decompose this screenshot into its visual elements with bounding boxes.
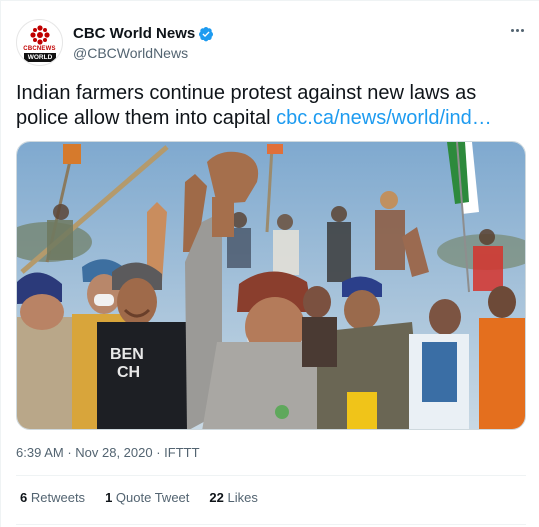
avatar[interactable]: CBCNEWS WORLD bbox=[16, 19, 63, 66]
verified-badge-icon bbox=[199, 26, 214, 41]
more-dot bbox=[516, 29, 519, 32]
left-divider bbox=[0, 0, 1, 527]
likes-label: Likes bbox=[227, 490, 258, 505]
more-dot bbox=[521, 29, 524, 32]
tweet-source[interactable]: IFTTT bbox=[164, 445, 199, 460]
likes-stat[interactable]: 22 Likes bbox=[209, 490, 257, 505]
shirt-print: CH bbox=[117, 364, 140, 381]
top-divider bbox=[0, 0, 539, 1]
meta-separator: · bbox=[152, 445, 165, 460]
more-options-icon[interactable] bbox=[511, 29, 524, 32]
tweet-link[interactable]: cbc.ca/news/world/ind… bbox=[276, 107, 492, 129]
tweet-text: Indian farmers continue protest against … bbox=[16, 81, 526, 131]
cbc-gem-icon bbox=[30, 25, 50, 45]
tweet-photo[interactable]: BEN CH bbox=[16, 141, 526, 430]
protest-photo-illustration: BEN CH bbox=[17, 142, 525, 429]
stats-bottom-divider bbox=[16, 524, 526, 525]
display-name[interactable]: CBC World News bbox=[73, 25, 195, 42]
tweet-timestamp: 6:39 AM · Nov 28, 2020 · IFTTT bbox=[16, 445, 200, 460]
likes-count: 22 bbox=[209, 490, 224, 505]
display-name-row: CBC World News bbox=[73, 25, 214, 42]
quotes-label: Quote Tweet bbox=[115, 490, 190, 505]
retweets-count: 6 bbox=[20, 490, 28, 505]
tweet-header: CBCNEWS WORLD CBC World News @CBCWorldNe… bbox=[16, 19, 526, 67]
more-dot bbox=[511, 29, 514, 32]
stats-top-divider bbox=[16, 475, 526, 476]
quotes-stat[interactable]: 1 Quote Tweet bbox=[105, 490, 189, 505]
account-handle[interactable]: @CBCWorldNews bbox=[73, 45, 214, 61]
account-names: CBC World News @CBCWorldNews bbox=[73, 25, 214, 61]
retweets-stat[interactable]: 6 Retweets bbox=[20, 490, 85, 505]
tweet-date[interactable]: Nov 28, 2020 bbox=[75, 445, 152, 460]
quotes-count: 1 bbox=[105, 490, 113, 505]
avatar-logo-text: CBCNEWS bbox=[23, 46, 56, 52]
retweets-label: Retweets bbox=[30, 490, 86, 505]
tweet-stats: 6 Retweets 1 Quote Tweet 22 Likes bbox=[20, 490, 258, 505]
tweet-time[interactable]: 6:39 AM bbox=[16, 445, 64, 460]
shirt-print: BEN bbox=[110, 346, 144, 363]
avatar-world-label: WORLD bbox=[24, 53, 56, 62]
meta-separator: · bbox=[63, 445, 76, 460]
